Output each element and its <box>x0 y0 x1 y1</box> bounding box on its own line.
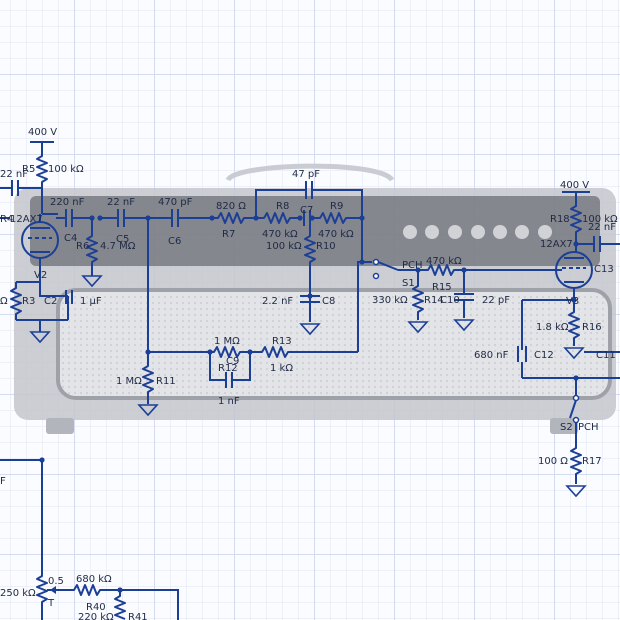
label-c12: C12 <box>534 350 554 361</box>
label-r3: R3 <box>22 296 35 307</box>
label-r4-prefix: R4 <box>0 214 13 225</box>
label-c8: C8 <box>322 296 335 307</box>
label-r8: R8 <box>276 201 289 212</box>
label-r11: R11 <box>156 376 176 387</box>
schematic-canvas[interactable]: 400 V R5 100 kΩ 22 nF 220 nF 22 nF 470 p… <box>0 0 620 620</box>
value-c2: 1 µF <box>80 296 102 307</box>
value-r12: 1 MΩ <box>214 336 240 347</box>
label-c11: C11 <box>596 350 616 361</box>
value-c-22nf-mid: 22 nF <box>107 197 135 208</box>
value-r6: 4.7 MΩ <box>100 241 136 252</box>
label-v3: V3 <box>566 296 579 307</box>
label-s2: S2 <box>560 422 573 433</box>
label-pot-t: T <box>47 598 55 609</box>
label-c7: C7 <box>300 205 313 216</box>
label-pch-left: PCH <box>402 260 423 271</box>
label-r3-prefix: Ω <box>0 296 8 307</box>
value-c-220nf: 220 nF <box>50 197 85 208</box>
value-c-470pf: 470 pF <box>158 197 193 208</box>
value-r-820: 820 Ω <box>216 201 246 212</box>
value-c9: 1 nF <box>218 396 240 407</box>
value-c-47pf: 47 pF <box>292 169 320 180</box>
value-r15: 470 kΩ <box>426 256 462 267</box>
label-r18: R18 <box>550 214 570 225</box>
value-r16: 1.8 kΩ <box>536 322 569 333</box>
value-c-22nf-left: 22 nF <box>0 169 28 180</box>
label-c10: C10 <box>440 295 460 306</box>
value-c13: 22 nF <box>588 222 616 233</box>
value-r17: 100 Ω <box>538 456 568 467</box>
label-f-fragment: F <box>0 476 6 487</box>
label-tube-right: 12AX7 <box>540 239 573 250</box>
label-r9: R9 <box>330 201 343 212</box>
value-c12: 680 nF <box>474 350 509 361</box>
label-c6: C6 <box>168 236 181 247</box>
label-s1: S1 <box>402 278 415 289</box>
label-r15: R15 <box>432 282 452 293</box>
value-r14: 330 kΩ <box>372 295 408 306</box>
value-r40: 680 kΩ <box>76 574 112 585</box>
value-r10: 100 kΩ <box>266 241 302 252</box>
label-r17: R17 <box>582 456 602 467</box>
value-r11: 1 MΩ <box>116 376 142 387</box>
label-v2: V2 <box>34 270 47 281</box>
value-r5: 100 kΩ <box>48 164 84 175</box>
label-r16: R16 <box>582 322 602 333</box>
label-r7: R7 <box>222 229 235 240</box>
label-pot-position: 0.5 <box>48 576 64 587</box>
value-r41: 220 kΩ <box>78 612 114 620</box>
value-pot: 250 kΩ <box>0 588 36 599</box>
value-r9: 470 kΩ <box>318 229 354 240</box>
label-r41: R41 <box>128 612 148 620</box>
supply-label-right: 400 V <box>560 180 589 191</box>
label-r10: R10 <box>316 241 336 252</box>
label-tube-left: 12AX7 <box>10 214 43 225</box>
value-c10: 22 pF <box>482 295 510 306</box>
label-r13: R13 <box>272 336 292 347</box>
supply-label-left: 400 V <box>28 127 57 138</box>
label-c2: C2 <box>44 296 57 307</box>
component-labels: 400 V R5 100 kΩ 22 nF 220 nF 22 nF 470 p… <box>0 127 618 620</box>
label-c13: C13 <box>594 264 614 275</box>
value-c8: 2.2 nF <box>262 296 293 307</box>
label-pch-right: PCH <box>578 422 599 433</box>
value-r8: 470 kΩ <box>262 229 298 240</box>
label-r6: R6 <box>76 241 89 252</box>
value-r13: 1 kΩ <box>270 363 293 374</box>
label-c9: C9 <box>226 356 239 367</box>
